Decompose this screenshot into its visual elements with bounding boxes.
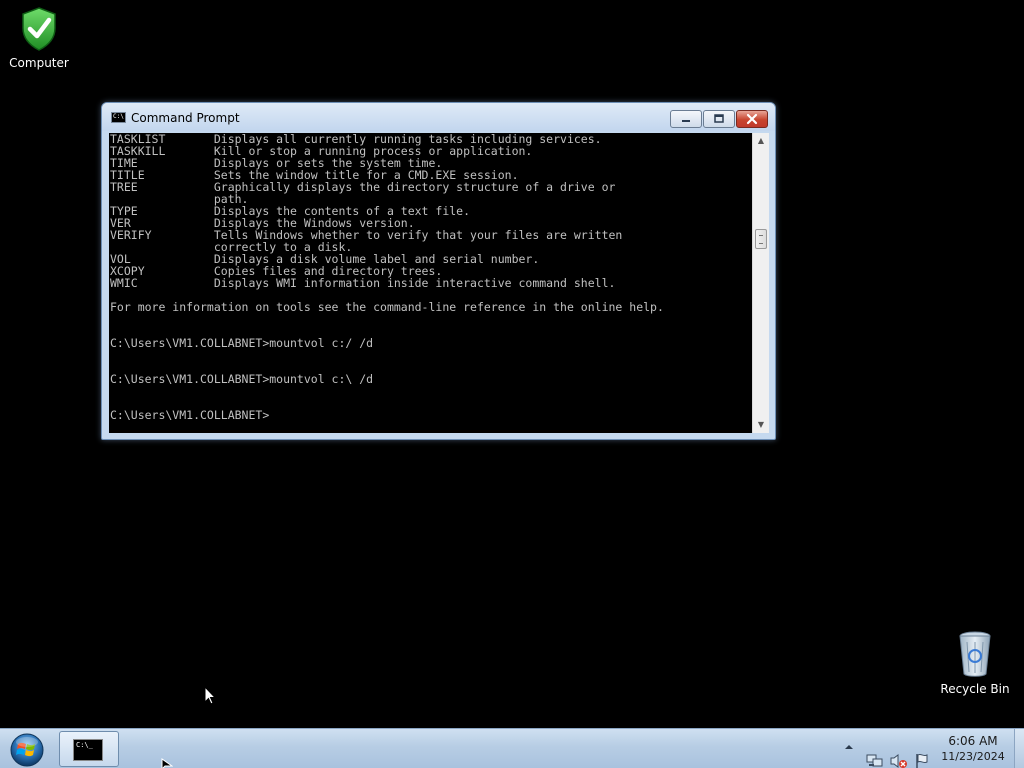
scrollbar-thumb[interactable] [755, 229, 767, 249]
console-text: TASKLIST Displays all currently running … [110, 133, 664, 421]
taskbar: C:\_ 6:06 AM 11/23/2024 [0, 728, 1024, 768]
cmd-icon-text: C:\_ [76, 741, 93, 749]
restore-icon [714, 114, 724, 123]
start-button[interactable] [6, 731, 48, 767]
clock-time: 6:06 AM [948, 734, 998, 748]
mouse-pointer-icon [204, 686, 216, 705]
clock-date: 11/23/2024 [941, 750, 1005, 763]
mouse-pointer-icon [161, 758, 173, 768]
system-clock[interactable]: 6:06 AM 11/23/2024 [936, 733, 1010, 765]
taskbar-item-command-prompt[interactable]: C:\_ [59, 731, 119, 767]
cmd-icon: C:\ [111, 112, 126, 123]
desktop-icon-recycle-bin[interactable]: Recycle Bin [937, 630, 1013, 696]
console-line: For more information on tools see the co… [110, 300, 664, 314]
minimize-button[interactable] [670, 110, 702, 128]
cmd-icon-text: C:\ [113, 113, 124, 120]
desktop: Computer Recycle Bin C:\ Command Prompt [0, 0, 1024, 768]
console-output[interactable]: TASKLIST Displays all currently running … [109, 133, 752, 433]
volume-muted-icon[interactable] [890, 741, 908, 768]
scroll-down-arrow-icon[interactable]: ▼ [753, 417, 769, 433]
minimize-icon [682, 120, 690, 122]
recycle-bin-icon [959, 631, 991, 677]
network-icon[interactable] [866, 741, 884, 768]
vertical-scrollbar[interactable]: ▲ ▼ [752, 133, 769, 433]
window-title: Command Prompt [131, 111, 240, 125]
desktop-icon-label: Computer [9, 56, 69, 70]
desktop-icon-computer[interactable]: Computer [1, 6, 77, 70]
desktop-icon-label: Recycle Bin [940, 682, 1010, 696]
show-hidden-icons-arrow-icon[interactable] [844, 742, 854, 752]
window-titlebar[interactable]: C:\ Command Prompt [102, 103, 775, 131]
console-line: C:\Users\VM1.COLLABNET>mountvol c:/ /d [110, 336, 374, 350]
scroll-up-arrow-icon[interactable]: ▲ [753, 133, 769, 149]
close-button[interactable] [736, 110, 768, 128]
console-line: WMIC Displays WMI information inside int… [110, 276, 616, 290]
cmd-icon: C:\_ [73, 739, 103, 761]
maximize-button[interactable] [703, 110, 735, 128]
computer-shield-icon [22, 7, 56, 51]
windows-orb-icon [10, 733, 44, 767]
close-icon [746, 113, 758, 125]
console-line: C:\Users\VM1.COLLABNET>mountvol c:\ /d [110, 372, 374, 386]
action-center-flag-icon[interactable] [914, 741, 930, 768]
console-line: C:\Users\VM1.COLLABNET> [110, 408, 270, 422]
show-desktop-button[interactable] [1014, 729, 1024, 768]
command-prompt-window[interactable]: C:\ Command Prompt TASKLIST Displays all… [101, 102, 776, 440]
